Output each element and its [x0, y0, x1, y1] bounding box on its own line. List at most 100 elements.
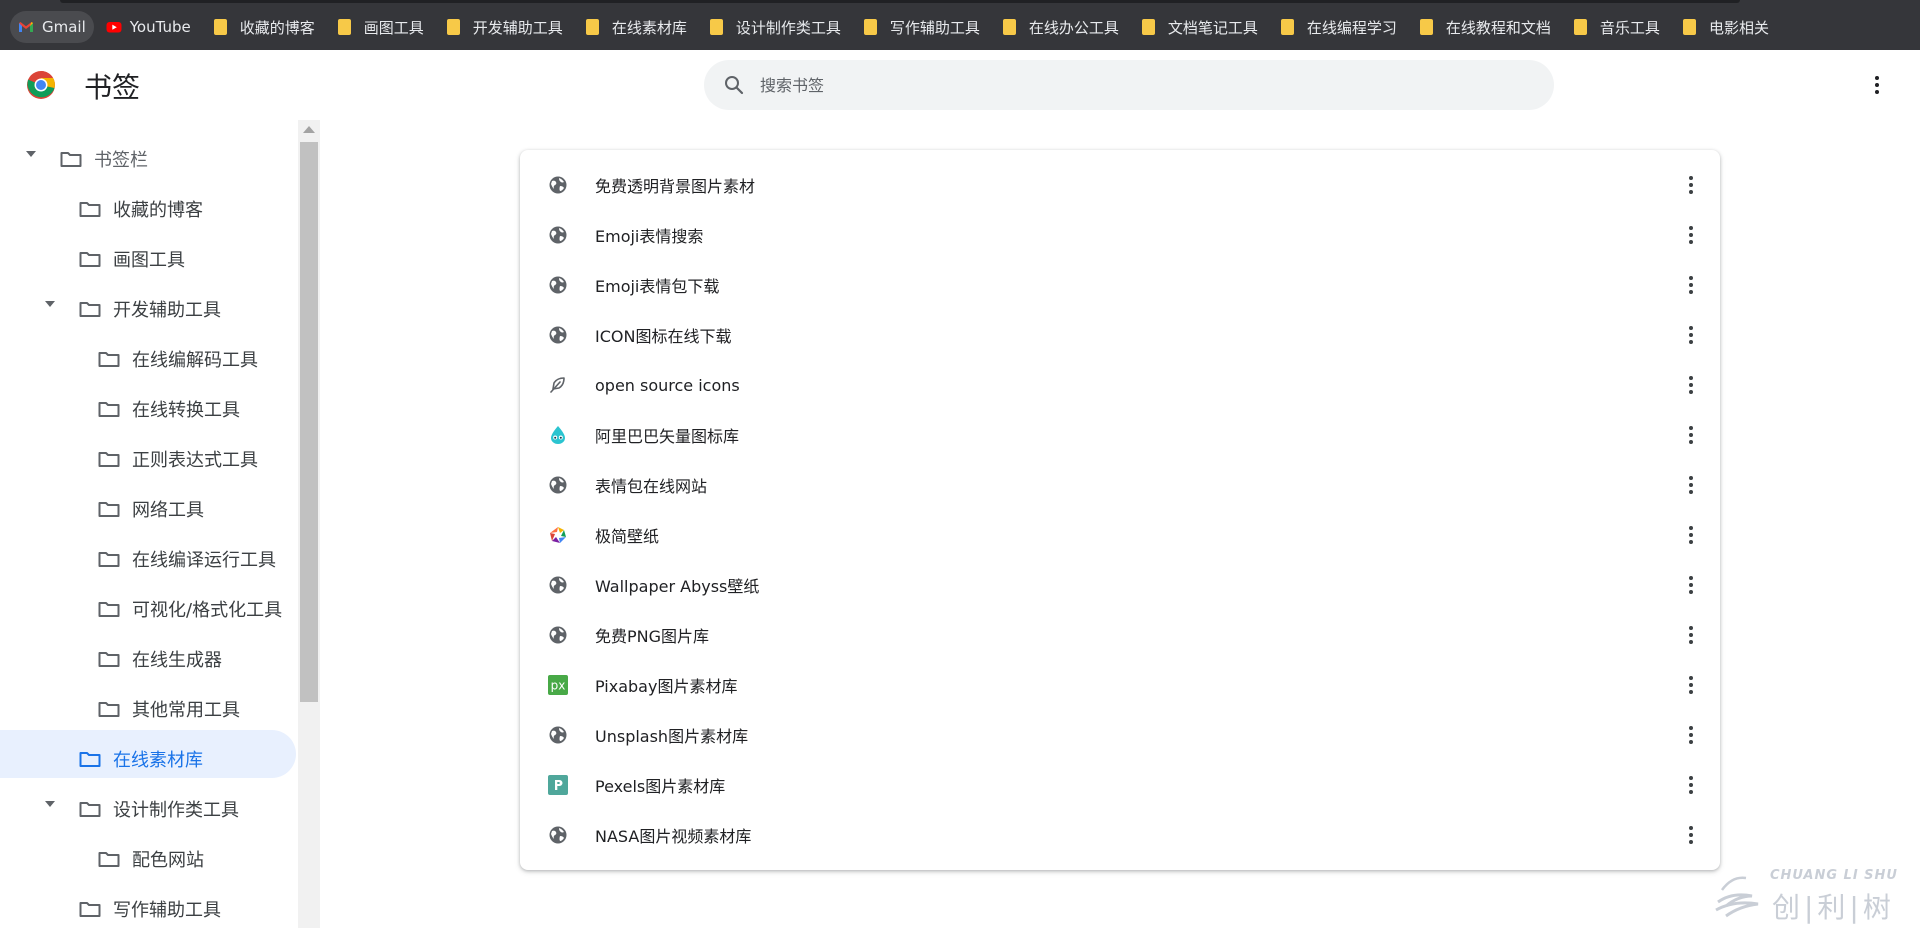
youtube-icon — [106, 22, 122, 33]
bookmark-folder-coding[interactable]: 在线编程学习 — [1270, 11, 1405, 43]
bookmark-folder-assets[interactable]: 在线素材库 — [575, 11, 695, 43]
item-more-button[interactable] — [1676, 670, 1706, 700]
scrollbar-thumb[interactable] — [300, 142, 318, 702]
item-more-button[interactable] — [1676, 370, 1706, 400]
search-input[interactable] — [760, 60, 1520, 110]
bookmark-item[interactable]: 阿里巴巴矢量图标库 — [520, 410, 1720, 460]
expand-arrow-icon[interactable] — [45, 301, 55, 307]
more-vert-icon-dot — [1689, 583, 1693, 587]
item-more-button[interactable] — [1676, 470, 1706, 500]
bookmark-item[interactable]: ICON图标在线下载 — [520, 310, 1720, 360]
tree-item-compile-tools[interactable]: 在线编译运行工具 — [0, 530, 296, 578]
tree-item-design-tools[interactable]: 设计制作类工具 — [0, 780, 296, 828]
bookmark-folder-writing[interactable]: 写作辅助工具 — [853, 11, 988, 43]
tree-item-color-sites[interactable]: 配色网站 — [0, 830, 296, 878]
folder-icon — [1573, 19, 1587, 35]
globe-icon — [549, 276, 567, 294]
tree-item-dev-tools[interactable]: 开发辅助工具 — [0, 280, 296, 328]
tree-item-label: 收藏的博客 — [113, 200, 203, 221]
bookmark-folder-drawing[interactable]: 画图工具 — [327, 11, 432, 43]
bookmark-item[interactable]: Emoji表情搜索 — [520, 210, 1720, 260]
tree-item-bookmarks-bar[interactable]: 书签栏 — [0, 130, 296, 178]
bookmark-list: 免费透明背景图片素材 Emoji表情搜索 Emoji表情包下载 ICON图标在线… — [520, 150, 1720, 870]
scroll-up-arrow-icon[interactable] — [303, 126, 315, 133]
more-vert-icon-dot — [1689, 540, 1693, 544]
folder-outline-icon — [98, 602, 120, 617]
tree-item-label: 在线编解码工具 — [132, 350, 258, 371]
item-more-button[interactable] — [1676, 520, 1706, 550]
more-vert-icon-dot — [1689, 183, 1693, 187]
item-more-button[interactable] — [1676, 770, 1706, 800]
item-more-button[interactable] — [1676, 570, 1706, 600]
folder-outline-icon — [79, 202, 101, 217]
item-more-button[interactable] — [1676, 320, 1706, 350]
bookmark-item[interactable]: 极简壁纸 — [520, 510, 1720, 560]
bookmark-item[interactable]: Pexels图片素材库 — [520, 760, 1720, 810]
tree-item-codec-tools[interactable]: 在线编解码工具 — [0, 330, 296, 378]
more-vert-icon — [1689, 526, 1693, 530]
item-more-button[interactable] — [1676, 420, 1706, 450]
item-more-button[interactable] — [1676, 170, 1706, 200]
bookmark-item[interactable]: NASA图片视频素材库 — [520, 810, 1720, 860]
tree-item-format-tools[interactable]: 可视化/格式化工具 — [0, 580, 296, 628]
bookmark-item[interactable]: Wallpaper Abyss壁纸 — [520, 560, 1720, 610]
folder-icon — [337, 19, 351, 35]
tab-strip-edge — [60, 0, 1740, 3]
bookmark-folder-movies[interactable]: 电影相关 — [1672, 11, 1777, 43]
tree-item-label: 其他常用工具 — [132, 700, 240, 721]
pexels-icon — [548, 775, 568, 795]
colorful-ring-icon — [550, 527, 566, 543]
more-vert-icon — [1689, 576, 1693, 580]
bookmark-folder-blogs[interactable]: 收藏的博客 — [203, 11, 323, 43]
item-more-button[interactable] — [1676, 270, 1706, 300]
bookmark-item[interactable]: Emoji表情包下载 — [520, 260, 1720, 310]
bookmark-folder-dev-tools[interactable]: 开发辅助工具 — [436, 11, 571, 43]
bookmark-item[interactable]: px Pixabay图片素材库 — [520, 660, 1720, 710]
item-more-button[interactable] — [1676, 820, 1706, 850]
item-more-button[interactable] — [1676, 620, 1706, 650]
tree-item-label: 在线生成器 — [132, 650, 222, 671]
more-vert-icon — [1689, 326, 1693, 330]
bookmark-folder-tutorials[interactable]: 在线教程和文档 — [1409, 11, 1559, 43]
bookmark-folder-notes[interactable]: 文档笔记工具 — [1131, 11, 1266, 43]
tree-item-network-tools[interactable]: 网络工具 — [0, 480, 296, 528]
bookmark-youtube[interactable]: YouTube — [98, 11, 199, 43]
bookmark-title: 表情包在线网站 — [595, 477, 708, 496]
search-box[interactable] — [704, 60, 1554, 110]
tree-item-writing-tools[interactable]: 写作辅助工具 — [0, 880, 296, 928]
more-vert-icon-dot — [1689, 233, 1693, 237]
bookmark-item[interactable]: Unsplash图片素材库 — [520, 710, 1720, 760]
tree-item-drawing[interactable]: 画图工具 — [0, 230, 296, 278]
bookmark-title: ICON图标在线下载 — [595, 327, 732, 346]
bookmark-item[interactable]: 免费PNG图片库 — [520, 610, 1720, 660]
item-more-button[interactable] — [1676, 220, 1706, 250]
bookmark-folder-music[interactable]: 音乐工具 — [1563, 11, 1668, 43]
more-vert-icon — [1689, 626, 1693, 630]
expand-arrow-icon[interactable] — [45, 801, 55, 807]
bookmarks-bar-items: Gmail YouTube 收藏的博客 画图工具 开发辅助工具 在线素材库 设计… — [10, 11, 1781, 43]
bookmark-gmail[interactable]: Gmail — [10, 11, 94, 43]
tree-item-blogs[interactable]: 收藏的博客 — [0, 180, 296, 228]
bookmark-title: Emoji表情包下载 — [595, 277, 720, 296]
folder-icon — [863, 19, 877, 35]
expand-arrow-icon[interactable] — [26, 151, 36, 157]
more-vert-icon-dot — [1689, 240, 1693, 244]
item-more-button[interactable] — [1676, 720, 1706, 750]
bookmark-item[interactable]: 表情包在线网站 — [520, 460, 1720, 510]
bookmark-folder-design[interactable]: 设计制作类工具 — [699, 11, 849, 43]
tree-item-assets-selected[interactable]: 在线素材库 — [0, 730, 296, 778]
tree-item-label: 在线素材库 — [113, 750, 203, 771]
bookmark-item[interactable]: open source icons — [520, 360, 1720, 410]
bookmark-label: 开发辅助工具 — [472, 18, 563, 37]
tree-item-regex-tools[interactable]: 正则表达式工具 — [0, 430, 296, 478]
bookmark-folder-office[interactable]: 在线办公工具 — [992, 11, 1127, 43]
more-vert-icon — [1689, 226, 1693, 230]
bookmark-item[interactable]: 免费透明背景图片素材 — [520, 160, 1720, 210]
svg-text:px: px — [551, 679, 566, 693]
tree-item-other-tools[interactable]: 其他常用工具 — [0, 680, 296, 728]
tree-item-convert-tools[interactable]: 在线转换工具 — [0, 380, 296, 428]
more-options-button[interactable] — [1868, 70, 1886, 100]
tree-item-generators[interactable]: 在线生成器 — [0, 630, 296, 678]
bookmark-title: open source icons — [595, 375, 740, 395]
pixabay-icon: px — [548, 675, 568, 695]
